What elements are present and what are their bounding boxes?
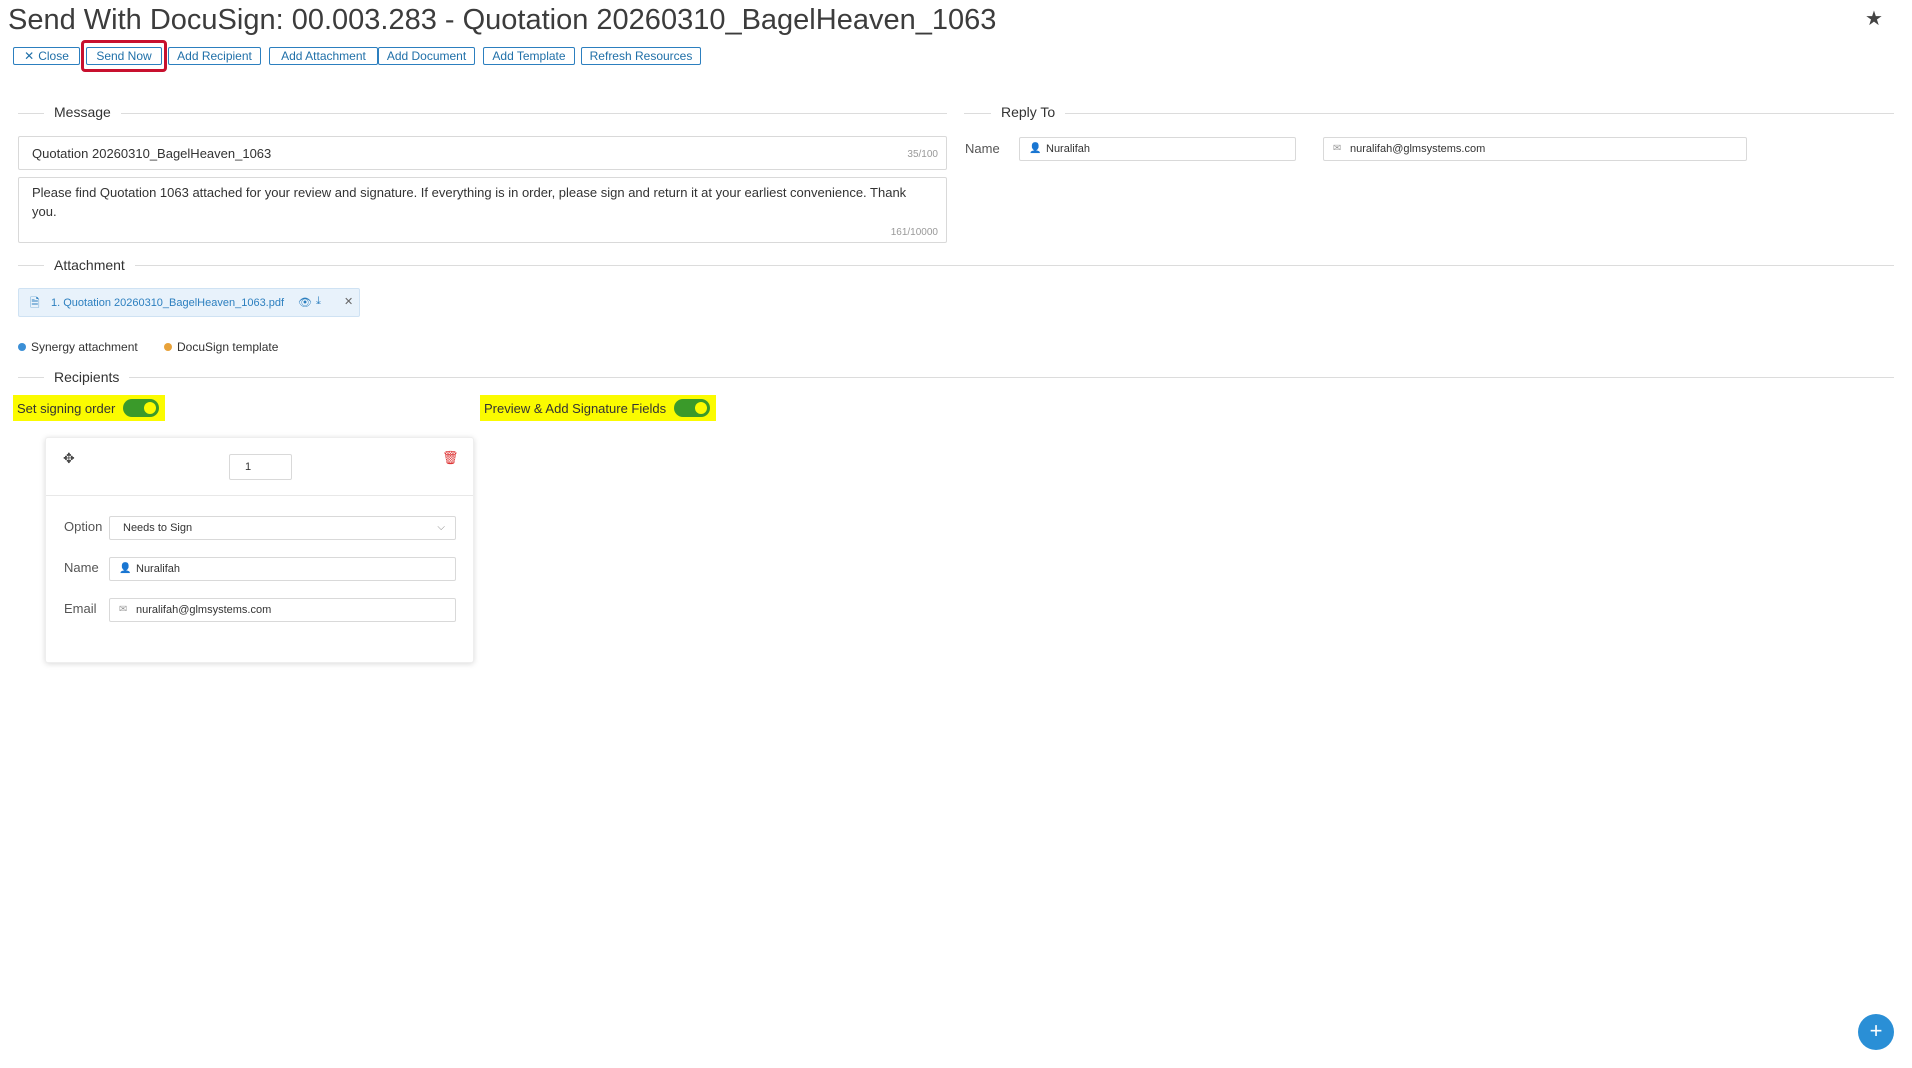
attachment-chip[interactable]: 🗎 1. Quotation 20260310_BagelHeaven_1063…: [18, 288, 360, 317]
recipient-name-value: Nuralifah: [136, 563, 181, 575]
subject-input[interactable]: Quotation 20260310_BagelHeaven_1063 35/1…: [18, 136, 947, 170]
reply-to-email-field[interactable]: ✉ nuralifah@glmsystems.com: [1323, 137, 1747, 161]
recipient-name-label: Name: [64, 560, 99, 575]
download-icon[interactable]: ⤓: [316, 295, 321, 308]
reply-to-name-field[interactable]: 👤 Nuralifah: [1019, 137, 1296, 161]
message-section-label: Message: [44, 104, 121, 120]
recipients-section-label: Recipients: [44, 369, 130, 385]
trash-icon[interactable]: 🗑: [442, 450, 459, 466]
reply-to-name-label: Name: [965, 141, 1000, 156]
add-recipient-button[interactable]: Add Recipient: [168, 47, 261, 65]
option-select[interactable]: Needs to Sign ⌵: [109, 516, 456, 540]
recipient-email-label: Email: [64, 601, 97, 616]
recipient-email-field[interactable]: ✉ nuralifah@glmsystems.com: [109, 598, 456, 622]
option-value: Needs to Sign: [123, 522, 193, 534]
add-fab-button[interactable]: +: [1858, 1014, 1894, 1050]
refresh-resources-label: Refresh Resources: [589, 49, 693, 63]
add-document-button[interactable]: Add Document: [378, 47, 475, 65]
pdf-file-icon: 🗎: [30, 296, 40, 310]
legend-synergy: Synergy attachment: [18, 340, 138, 354]
preview-toggle-group: Preview & Add Signature Fields: [480, 395, 717, 421]
reply-to-divider: [964, 113, 1894, 114]
message-body-value: Please find Quotation 1063 attached for …: [32, 185, 907, 219]
legend-docusign: DocuSign template: [164, 340, 278, 354]
message-body-counter: 161/10000: [890, 227, 938, 238]
legend-synergy-label: Synergy attachment: [31, 340, 138, 354]
subject-counter: 35/100: [907, 149, 938, 160]
recipient-card: ✥ 1 🗑 Option Needs to Sign ⌵ Name 👤 Nura…: [45, 437, 474, 663]
synergy-dot: [18, 343, 26, 351]
plus-icon: +: [1869, 1018, 1883, 1043]
page: Send With DocuSign: 00.003.283 - Quotati…: [0, 0, 1912, 1068]
send-now-highlight: [81, 40, 167, 72]
eye-icon[interactable]: 👁: [298, 296, 312, 309]
recipient-email-value: nuralifah@glmsystems.com: [136, 604, 272, 616]
reply-to-email-value: nuralifah@glmsystems.com: [1350, 143, 1486, 155]
docusign-dot: [164, 343, 172, 351]
attachment-file-name[interactable]: 1. Quotation 20260310_BagelHeaven_1063.p…: [51, 297, 284, 309]
signing-order-toggle[interactable]: [123, 399, 160, 417]
preview-label: Preview & Add Signature Fields: [484, 400, 667, 416]
add-template-label: Add Template: [492, 49, 566, 63]
card-divider: [46, 495, 473, 496]
preview-toggle[interactable]: [674, 399, 711, 417]
user-icon: 👤: [119, 563, 132, 574]
chevron-down-icon: ⌵: [437, 522, 445, 533]
message-divider: [18, 113, 947, 114]
signing-order-toggle-group: Set signing order: [13, 395, 166, 421]
signing-order-input[interactable]: 1: [229, 454, 292, 480]
subject-value: Quotation 20260310_BagelHeaven_1063: [32, 146, 272, 161]
add-attachment-label: Add Attachment: [281, 49, 366, 63]
option-label: Option: [64, 519, 103, 534]
add-template-button[interactable]: Add Template: [483, 47, 575, 65]
legend-docusign-label: DocuSign template: [177, 340, 279, 354]
page-title: Send With DocuSign: 00.003.283 - Quotati…: [8, 4, 997, 36]
star-icon[interactable]: ★: [1863, 8, 1885, 30]
add-document-label: Add Document: [386, 49, 467, 63]
close-button-label: Close: [38, 49, 69, 63]
refresh-resources-button[interactable]: Refresh Resources: [581, 47, 701, 65]
close-button[interactable]: ✕ Close: [13, 47, 80, 65]
add-attachment-button[interactable]: Add Attachment: [269, 47, 378, 65]
recipients-divider: [18, 377, 1894, 378]
message-body-textarea[interactable]: Please find Quotation 1063 attached for …: [18, 177, 947, 243]
remove-attachment-icon[interactable]: ✕: [344, 295, 353, 308]
mail-icon: ✉: [1333, 143, 1342, 154]
attachment-divider: [18, 265, 1894, 266]
attachment-section-label: Attachment: [44, 257, 135, 273]
reply-to-name-value: Nuralifah: [1046, 143, 1091, 155]
user-icon: 👤: [1029, 143, 1042, 154]
signing-order-label: Set signing order: [17, 400, 116, 416]
drag-handle-icon[interactable]: ✥: [63, 450, 75, 467]
add-recipient-label: Add Recipient: [177, 49, 252, 63]
mail-icon: ✉: [119, 604, 128, 615]
close-icon: ✕: [24, 49, 35, 63]
recipient-name-field[interactable]: 👤 Nuralifah: [109, 557, 456, 581]
reply-to-section-label: Reply To: [991, 104, 1066, 120]
